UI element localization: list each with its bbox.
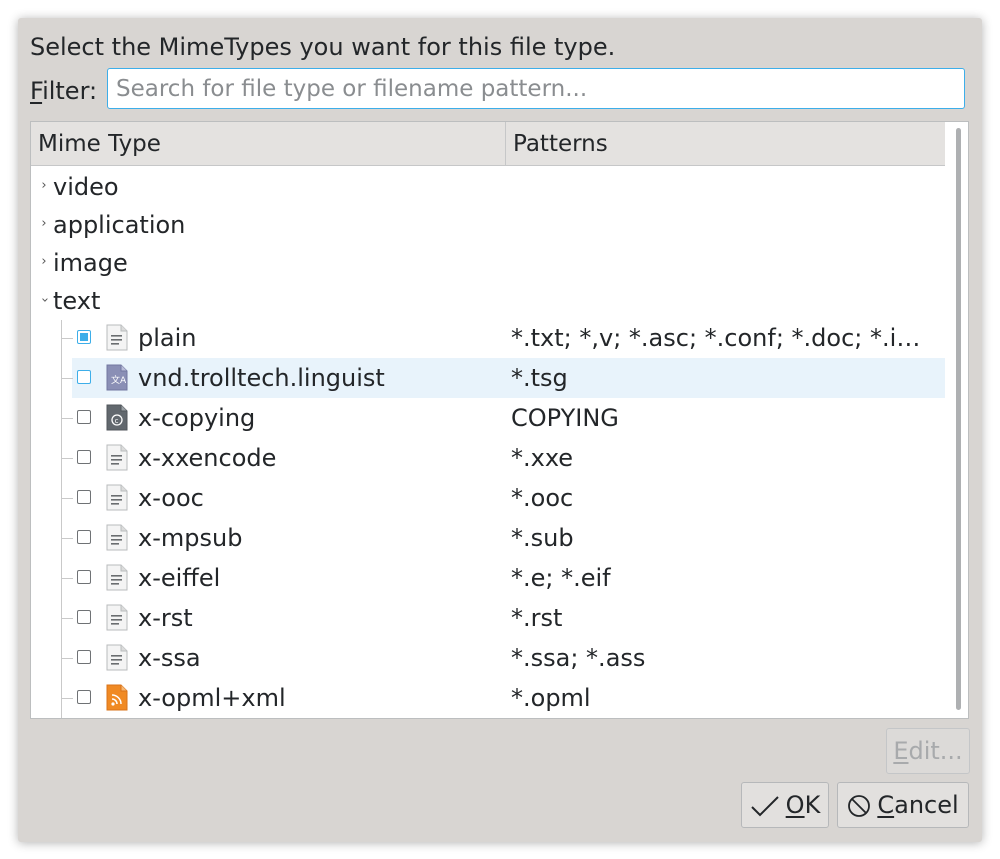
mime-checkbox[interactable] [77, 450, 91, 464]
mime-checkbox[interactable] [77, 570, 91, 584]
mime-row-x-opml-xml[interactable]: x-opml+xml *.opml [31, 678, 945, 718]
mime-checkbox[interactable] [77, 610, 91, 624]
mime-row-vnd-trolltech-linguist-content[interactable]: 文A vnd.trolltech.linguist *.tsg [31, 358, 945, 398]
edit-button[interactable]: Edit... [886, 728, 970, 774]
mime-row-plain[interactable]: plain *.txt; *,v; *.asc; *.conf; *.doc; … [31, 318, 945, 358]
filter-label-accel: F [30, 77, 43, 105]
scrollbar-thumb[interactable] [956, 128, 961, 710]
mime-row-x-mpsub[interactable]: x-mpsub *.sub [31, 518, 945, 558]
mime-name: x-eiffel [138, 564, 221, 592]
ok-button-accel: O [785, 791, 805, 819]
expand-arrow-icon[interactable]: › [37, 214, 51, 234]
text-file-icon [106, 484, 128, 511]
mime-patterns: *.opml [511, 684, 591, 712]
ok-button-rest: K [804, 791, 821, 819]
mime-row-x-copying[interactable]: c x-copying COPYING [31, 398, 945, 438]
mime-row-x-eiffel[interactable]: x-eiffel *.e; *.eif [31, 558, 945, 598]
mime-name: x-copying [138, 404, 256, 432]
column-header-mime-type[interactable]: Mime Type [31, 122, 506, 165]
copyright-file-icon: c [106, 404, 128, 431]
mime-name: x-ooc [138, 484, 204, 512]
mime-patterns: *.rst [511, 604, 563, 632]
text-file-icon [106, 524, 128, 551]
mime-patterns: *.e; *.eif [511, 564, 611, 592]
text-file-icon [106, 324, 128, 351]
mime-name: x-ssa [138, 644, 201, 672]
category-row-application[interactable]: › application [31, 206, 945, 246]
mime-checkbox[interactable] [77, 530, 91, 544]
text-file-icon [106, 444, 128, 471]
mime-patterns: *.ooc [511, 484, 574, 512]
category-label: text [53, 287, 101, 315]
mime-name: x-opml+xml [138, 684, 286, 712]
tree-branch-connector [61, 458, 73, 459]
mime-row-x-ooc[interactable]: x-ooc *.ooc [31, 478, 945, 518]
rss-file-icon [106, 684, 128, 711]
tree-branch-connector [61, 418, 73, 419]
text-file-icon [106, 644, 128, 671]
cancel-button-rest: ancel [894, 791, 959, 819]
vertical-scrollbar[interactable] [950, 122, 968, 718]
filter-search-input[interactable] [107, 68, 965, 109]
mime-patterns: *.ssa; *.ass [511, 644, 646, 672]
cancel-button[interactable]: Cancel [837, 782, 969, 828]
svg-text:c: c [115, 417, 119, 425]
text-file-icon [106, 604, 128, 631]
mime-name: x-rst [138, 604, 193, 632]
mime-row-x-rst[interactable]: x-rst *.rst [31, 598, 945, 638]
tree-branch-connector [61, 338, 73, 339]
mime-checkbox[interactable] [77, 490, 91, 504]
edit-button-accel: E [893, 737, 909, 765]
mime-type-tree[interactable]: Mime Type Patterns › video › application… [30, 121, 969, 719]
cancel-button-accel: C [877, 791, 895, 819]
filter-label-rest: ilter: [42, 77, 98, 105]
mime-checkbox[interactable] [77, 650, 91, 664]
mime-checkbox[interactable] [77, 370, 91, 384]
tree-branch-connector [61, 578, 73, 579]
mime-checkbox[interactable] [77, 410, 91, 424]
edit-button-rest: dit... [908, 737, 963, 765]
category-label: application [53, 211, 186, 239]
tree-branch-connector [61, 378, 73, 379]
mime-type-dialog: Select the MimeTypes you want for this f… [18, 18, 982, 842]
category-row-video[interactable]: › video [31, 168, 945, 208]
tree-branch-connector [61, 498, 73, 499]
column-header-patterns[interactable]: Patterns [506, 122, 945, 165]
mime-name: plain [138, 324, 197, 352]
text-file-icon [106, 564, 128, 591]
mime-checkbox[interactable] [77, 330, 91, 344]
tree-header: Mime Type Patterns [31, 122, 945, 166]
tree-branch-connector [61, 538, 73, 539]
tree-branch-connector [61, 618, 73, 619]
translation-file-icon: 文A [106, 364, 128, 391]
mime-name: x-mpsub [138, 524, 243, 552]
cancel-icon [848, 795, 871, 817]
tree-branch-connector [61, 698, 73, 699]
mime-patterns: *.sub [511, 524, 574, 552]
mime-patterns: *.txt; *,v; *.asc; *.conf; *.doc; *.id… [511, 324, 935, 352]
checkmark-icon [750, 796, 779, 817]
dialog-prompt: Select the MimeTypes you want for this f… [30, 33, 616, 61]
mime-name: x-xxencode [138, 444, 277, 472]
mime-patterns: *.tsg [511, 364, 568, 392]
expand-arrow-icon[interactable]: › [37, 252, 51, 272]
expand-arrow-icon[interactable]: › [37, 176, 51, 196]
mime-patterns: COPYING [511, 404, 619, 432]
mime-row-x-xxencode[interactable]: x-xxencode *.xxe [31, 438, 945, 478]
mime-patterns: *.xxe [511, 444, 574, 472]
tree-branch-connector [61, 658, 73, 659]
svg-text:文A: 文A [111, 374, 127, 386]
collapse-arrow-icon[interactable]: › [34, 293, 54, 307]
mime-name: vnd.trolltech.linguist [138, 364, 385, 392]
filter-label: Filter: [30, 76, 97, 106]
mime-row-x-ssa[interactable]: x-ssa *.ssa; *.ass [31, 638, 945, 678]
category-row-image[interactable]: › image [31, 244, 945, 284]
category-row-text[interactable]: › text [31, 282, 945, 322]
category-label: video [53, 173, 119, 201]
category-label: image [53, 249, 128, 277]
ok-button[interactable]: OK [741, 782, 829, 828]
mime-checkbox[interactable] [77, 690, 91, 704]
